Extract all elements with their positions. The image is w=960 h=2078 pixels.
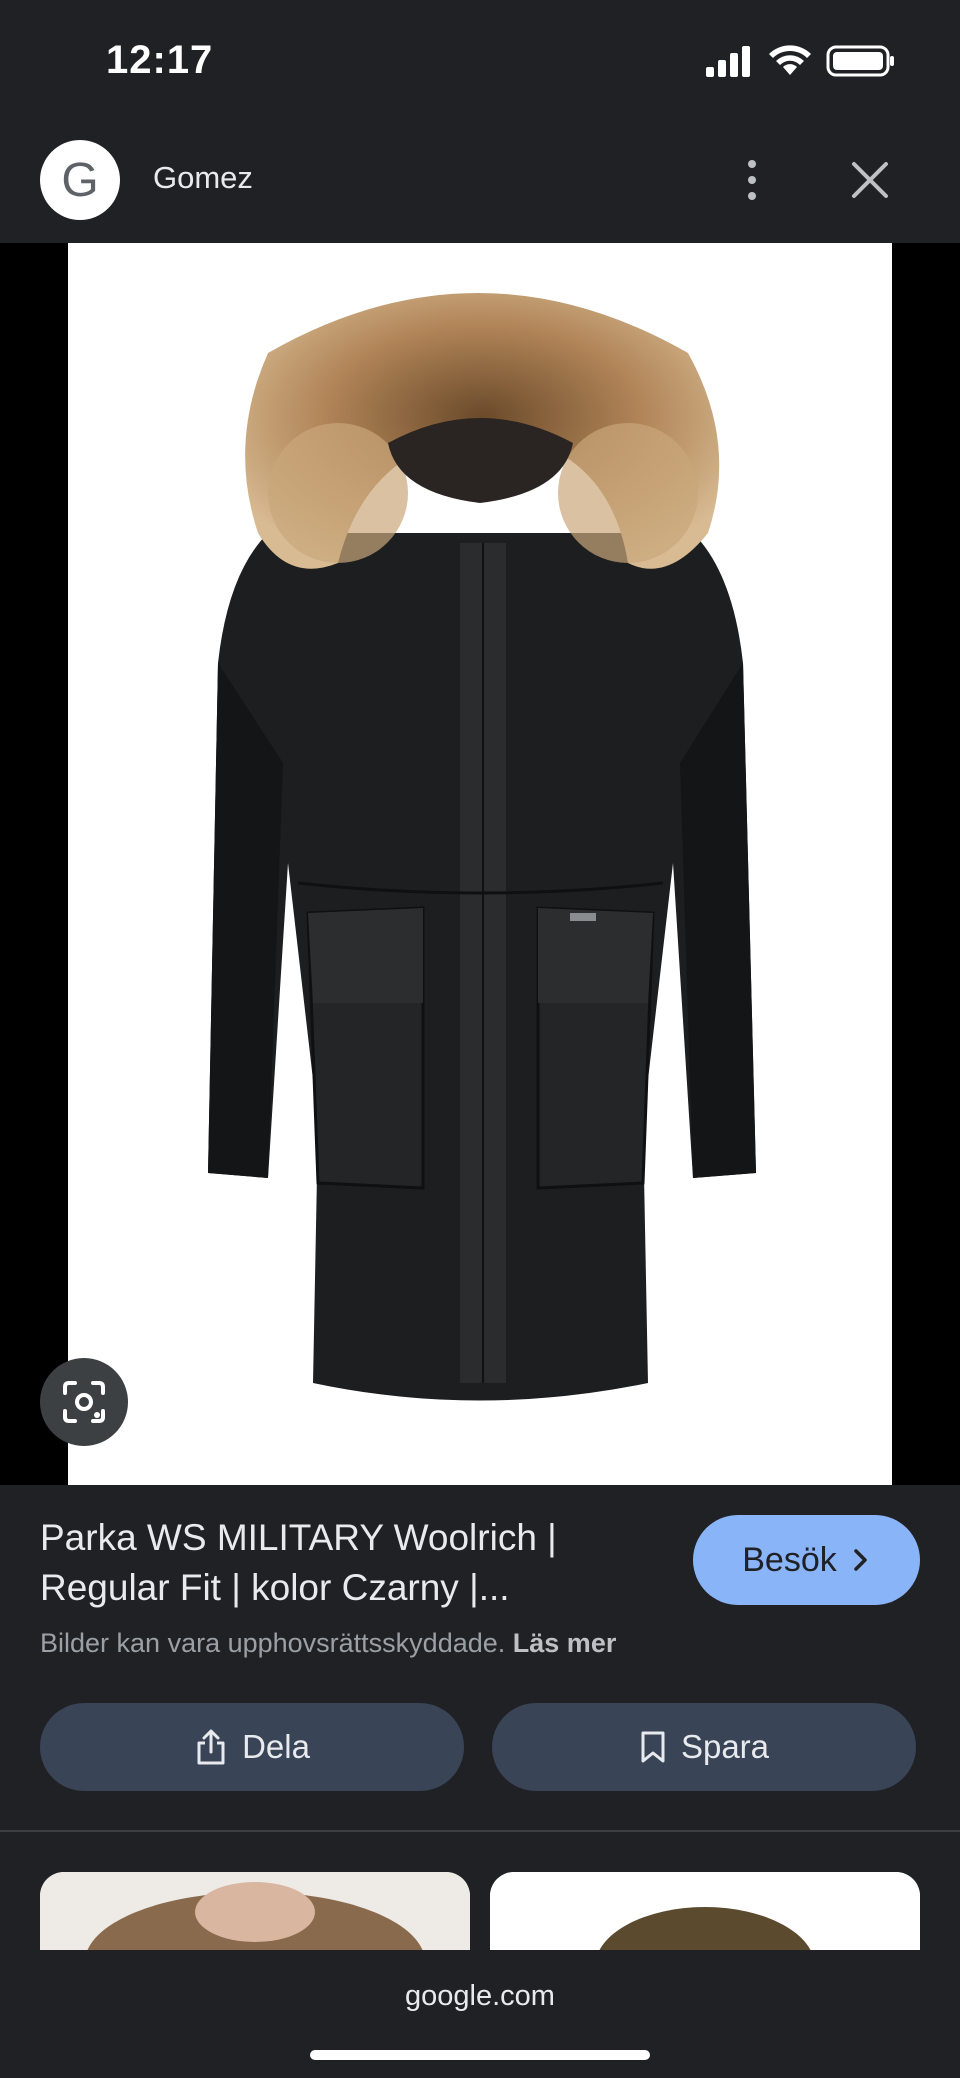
logo-letter: G [61,153,99,207]
share-icon [197,1729,225,1765]
related-image-1-graphic [40,1872,470,1950]
learn-more-link[interactable]: Läs mer [513,1628,617,1658]
close-icon[interactable] [846,156,894,204]
home-indicator[interactable] [310,2050,650,2060]
lens-icon[interactable] [40,1358,128,1446]
battery-icon [826,45,894,77]
save-label: Spara [680,1728,770,1765]
status-icons [704,44,896,78]
chevron-right-icon [854,1549,867,1571]
image-viewer [0,243,960,1485]
more-vert-icon[interactable] [732,148,772,212]
app-bar: G Gomez [0,118,960,243]
parka-illustration [208,293,756,1401]
bottom-bar: google.com [0,1950,960,2078]
copyright-text: Bilder kan vara upphovsrättsskyddade. [40,1628,506,1658]
result-info: Parka WS MILITARY Woolrich | Regular Fit… [0,1485,960,1830]
copyright-notice: Bilder kan vara upphovsrättsskyddade. Lä… [40,1628,616,1659]
share-label: Dela [242,1728,310,1765]
visit-label: Besök [742,1540,837,1579]
app-title: Gomez [153,160,253,195]
lens-glyph [63,1381,105,1423]
wifi-icon [769,45,811,75]
related-image-2-graphic [490,1872,920,1950]
related-image-1[interactable] [40,1872,470,1950]
google-g-icon[interactable]: G [40,140,120,220]
url-domain[interactable]: google.com [0,1980,960,2013]
share-button[interactable]: Dela [40,1703,464,1791]
related-images [0,1832,960,1950]
product-image[interactable] [68,243,892,1485]
status-bar: 12:17 [0,0,960,118]
status-time: 12:17 [106,38,214,82]
related-image-2[interactable] [490,1872,920,1950]
result-title[interactable]: Parka WS MILITARY Woolrich | Regular Fit… [40,1513,660,1613]
visit-button[interactable]: Besök [693,1515,920,1605]
cellular-signal-icon [706,46,750,77]
bookmark-icon [641,1731,665,1763]
save-button[interactable]: Spara [492,1703,916,1791]
